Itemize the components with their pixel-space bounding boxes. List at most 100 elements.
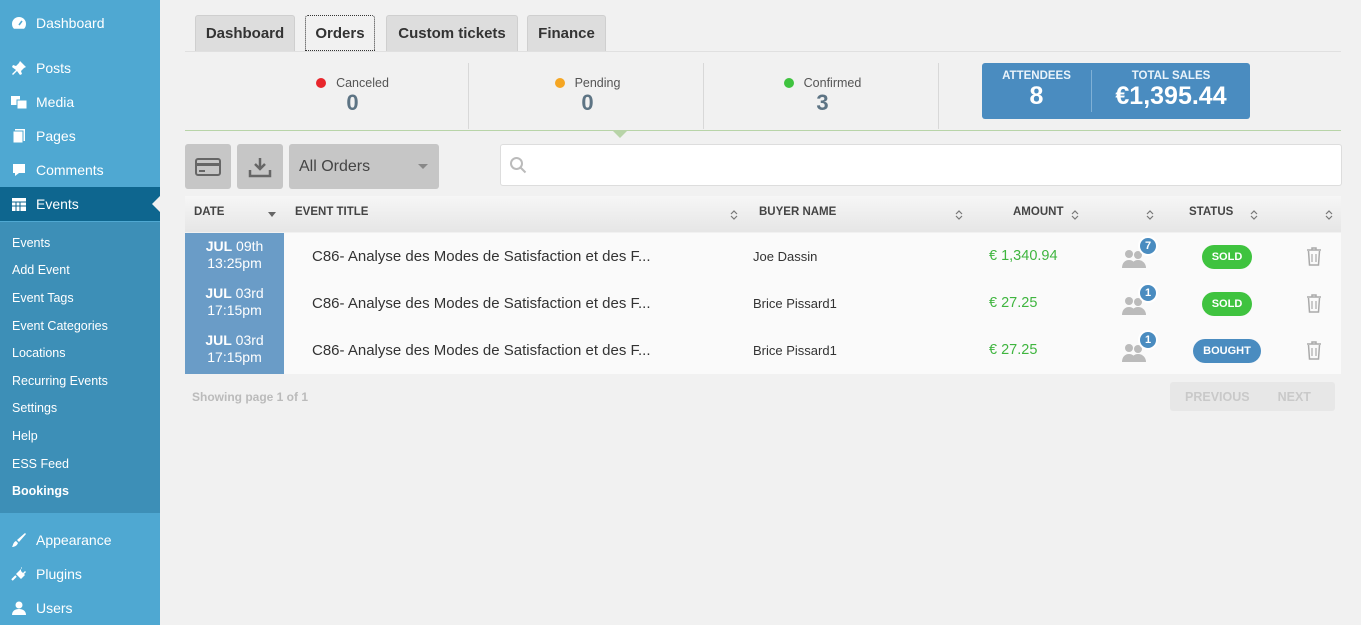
amount: € 1,340.94 [989,248,1058,264]
menu-label: Comments [36,162,104,178]
menu-item-posts[interactable]: Posts [0,51,160,85]
download-button[interactable] [237,144,283,189]
submenu-item-help[interactable]: Help [12,429,38,443]
search-box[interactable] [500,144,1342,186]
attendee-count-badge: 7 [1138,236,1158,256]
tab-divider [185,51,1341,52]
sort-desc-icon[interactable] [268,212,276,217]
submenu-item-event-tags[interactable]: Event Tags [12,291,74,305]
menu-label: Posts [36,60,72,76]
sort-icon[interactable] [1071,209,1079,221]
pagination-info: Showing page 1 of 1 [192,390,309,404]
pagination-controls: PREVIOUS NEXT [1170,382,1335,411]
orders-filter-value: All Orders [299,157,371,175]
total-sales-summary: TOTAL SALES €1,395.44 [1092,63,1250,119]
submenu-item-settings[interactable]: Settings [12,401,57,415]
submenu-item-recurring-events[interactable]: Recurring Events [12,374,108,388]
stat-confirmed[interactable]: Confirmed 3 [705,63,940,129]
trash-icon[interactable] [1305,293,1323,313]
menu-item-pages[interactable]: Pages [0,119,160,153]
trash-icon[interactable] [1305,246,1323,266]
attendees-summary: ATTENDEES 8 [982,63,1091,119]
next-button[interactable]: NEXT [1278,390,1311,404]
credit-card-icon [195,157,221,176]
payment-button[interactable] [185,144,231,189]
menu-item-comments[interactable]: Comments [0,153,160,187]
amount: € 27.25 [989,342,1038,358]
event-title-link[interactable]: C86- Analyse des Modes de Satisfaction e… [312,295,651,312]
stats-underline [185,130,1341,131]
submenu-item-locations[interactable]: Locations [12,346,66,360]
menu-item-appearance[interactable]: Appearance [0,523,160,557]
stat-value: 3 [816,90,829,115]
trash-icon[interactable] [1305,340,1323,360]
admin-sidebar: Dashboard Posts Media Pages Comments Eve… [0,0,160,625]
sort-icon[interactable] [1325,209,1333,221]
date-month: JUL [205,332,232,348]
media-icon [10,93,28,111]
date-time: 17:15pm [207,302,262,318]
table-row[interactable]: JUL 03rd 17:15pm C86- Analyse des Modes … [185,327,1341,374]
stat-canceled[interactable]: Canceled 0 [235,63,470,129]
header-amount[interactable]: AMOUNT [1013,206,1063,218]
sort-icon[interactable] [730,209,738,221]
tab-dashboard[interactable]: Dashboard [195,15,295,51]
menu-label: Dashboard [36,15,105,31]
menu-label: Pages [36,128,76,144]
orders-filter-select[interactable]: All Orders [289,144,439,189]
table-row[interactable]: JUL 09th 13:25pm C86- Analyse des Modes … [185,233,1341,280]
user-icon [10,599,28,617]
divider [703,63,704,129]
search-input[interactable] [535,157,1341,173]
tab-finance[interactable]: Finance [527,15,606,51]
menu-item-dashboard[interactable]: Dashboard [0,6,160,40]
menu-item-users[interactable]: Users [0,591,160,625]
header-event-title[interactable]: EVENT TITLE [295,206,368,218]
header-status[interactable]: STATUS [1189,206,1233,218]
table-row[interactable]: JUL 03rd 17:15pm C86- Analyse des Modes … [185,280,1341,327]
menu-label: Plugins [36,566,82,582]
sort-icon[interactable] [955,209,963,221]
tab-orders[interactable]: Orders [305,15,375,51]
menu-label: Media [36,94,75,110]
tab-custom-tickets[interactable]: Custom tickets [386,15,518,51]
header-buyer-name[interactable]: BUYER NAME [759,206,836,218]
stat-label: Confirmed [803,76,862,90]
total-sales-value: €1,395.44 [1115,82,1227,110]
submenu-item-events[interactable]: Events [12,236,50,250]
submenu-item-event-categories[interactable]: Event Categories [12,319,108,333]
attendee-count-badge: 1 [1138,330,1158,350]
previous-button[interactable]: PREVIOUS [1185,390,1250,404]
submenu-item-bookings[interactable]: Bookings [12,484,69,498]
buyer-name: Joe Dassin [753,249,818,264]
stat-value: 0 [346,90,359,115]
date-month: JUL [205,285,232,301]
stat-label: Canceled [336,76,389,90]
menu-label: Appearance [36,532,112,548]
canceled-dot-icon [316,78,327,88]
search-icon [510,157,527,174]
status-badge[interactable]: SOLD [1202,245,1252,269]
stat-pending[interactable]: Pending 0 [470,63,705,129]
submenu-item-add-event[interactable]: Add Event [12,263,70,277]
buyer-name: Brice Pissard1 [753,296,837,311]
sort-icon[interactable] [1146,209,1154,221]
stats-pointer [612,130,628,138]
amount: € 27.25 [989,295,1038,311]
orders-table-header: DATE EVENT TITLE BUYER NAME AMOUNT STATU… [185,196,1341,232]
sort-icon[interactable] [1250,209,1258,221]
event-title-link[interactable]: C86- Analyse des Modes de Satisfaction e… [312,342,651,359]
status-badge[interactable]: BOUGHT [1193,339,1261,363]
date-time: 17:15pm [207,349,262,365]
submenu-item-ess-feed[interactable]: ESS Feed [12,457,69,471]
brush-icon [10,531,28,549]
buyer-name: Brice Pissard1 [753,343,837,358]
divider [468,63,469,129]
menu-item-events[interactable]: Events [0,187,160,221]
status-badge[interactable]: SOLD [1202,292,1252,316]
event-title-link[interactable]: C86- Analyse des Modes de Satisfaction e… [312,248,651,265]
menu-item-media[interactable]: Media [0,85,160,119]
pages-icon [10,127,28,145]
menu-item-plugins[interactable]: Plugins [0,557,160,591]
header-date[interactable]: DATE [194,206,224,218]
